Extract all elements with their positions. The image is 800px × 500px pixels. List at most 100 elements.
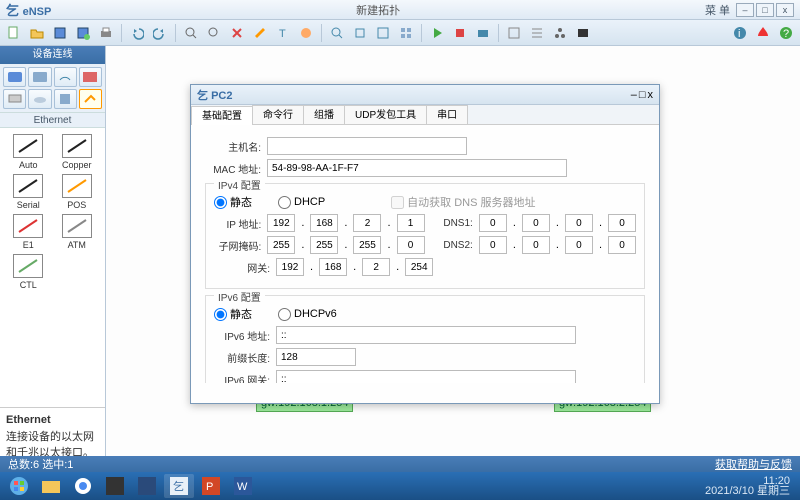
server-icon[interactable]: [54, 89, 77, 109]
dns2-oct3[interactable]: [565, 236, 593, 254]
dhcpv6-radio[interactable]: DHCPv6: [278, 308, 337, 321]
search-icon[interactable]: [327, 23, 347, 43]
svg-text:P: P: [206, 481, 213, 493]
maximize-button[interactable]: □: [756, 3, 774, 17]
minimize-button[interactable]: –: [736, 3, 754, 17]
dns1-oct3[interactable]: [565, 214, 593, 232]
pc-icon[interactable]: [3, 89, 26, 109]
palette-icon[interactable]: [296, 23, 316, 43]
text-icon[interactable]: T: [273, 23, 293, 43]
ip6-input[interactable]: [276, 326, 576, 344]
tab-serial[interactable]: 串口: [426, 105, 468, 124]
system-tray[interactable]: 11:202021/3/10 星期三: [705, 476, 796, 496]
view-icon[interactable]: [573, 23, 593, 43]
start-button[interactable]: [4, 474, 34, 498]
topology-canvas[interactable]: ip:192.168.1.1/24gw:192.168.1.254 ip:192…: [106, 46, 800, 466]
help-icon[interactable]: ?: [776, 23, 796, 43]
mask-oct1[interactable]: [267, 236, 295, 254]
close-button[interactable]: x: [776, 3, 794, 17]
dialog-maximize-button[interactable]: □: [639, 89, 646, 101]
ip-oct3[interactable]: [353, 214, 381, 232]
redo-icon[interactable]: [150, 23, 170, 43]
zoom-fit-icon[interactable]: [373, 23, 393, 43]
ensp-task-icon[interactable]: 乞: [164, 474, 194, 498]
stop-icon[interactable]: [450, 23, 470, 43]
zoomout-icon[interactable]: [204, 23, 224, 43]
dialog-minimize-button[interactable]: –: [631, 89, 637, 101]
link-copper[interactable]: Copper: [55, 134, 100, 170]
tab-multicast[interactable]: 组播: [303, 105, 345, 124]
dns2-oct4[interactable]: [608, 236, 636, 254]
dns2-oct1[interactable]: [479, 236, 507, 254]
huawei-icon[interactable]: [753, 23, 773, 43]
new-icon[interactable]: [4, 23, 24, 43]
chrome-icon[interactable]: [68, 474, 98, 498]
main-toolbar: T i ?: [0, 20, 800, 46]
tab-cli[interactable]: 命令行: [252, 105, 304, 124]
brush-icon[interactable]: [250, 23, 270, 43]
gw6-input[interactable]: [276, 370, 576, 383]
mac-input[interactable]: [267, 159, 567, 177]
status-help-link[interactable]: 获取帮助与反馈: [715, 456, 792, 472]
saveas-icon[interactable]: [73, 23, 93, 43]
print-icon[interactable]: [96, 23, 116, 43]
cloud-icon[interactable]: [28, 89, 51, 109]
gw-oct1[interactable]: [276, 258, 304, 276]
prefix-input[interactable]: [276, 348, 356, 366]
dialog-close-button[interactable]: x: [648, 89, 654, 101]
mask-label: 子网掩码:: [214, 238, 261, 253]
static-radio[interactable]: 静态: [214, 194, 252, 210]
dns2-oct2[interactable]: [522, 236, 550, 254]
tab-basic[interactable]: 基础配置: [191, 106, 253, 125]
dns2-label: DNS2:: [431, 240, 473, 251]
dhcp-radio[interactable]: DHCP: [278, 196, 325, 209]
link-ctl[interactable]: CTL: [6, 254, 51, 290]
firewall-icon[interactable]: [79, 67, 102, 87]
host-input[interactable]: [267, 137, 467, 155]
link-e1[interactable]: E1: [6, 214, 51, 250]
ip-oct4[interactable]: [397, 214, 425, 232]
link-atm[interactable]: ATM: [55, 214, 100, 250]
undo-icon[interactable]: [127, 23, 147, 43]
layout-icon[interactable]: [504, 23, 524, 43]
dns1-oct2[interactable]: [522, 214, 550, 232]
dns1-oct4[interactable]: [608, 214, 636, 232]
app1-icon[interactable]: [100, 474, 130, 498]
link-serial[interactable]: Serial: [6, 174, 51, 210]
link-auto[interactable]: Auto: [6, 134, 51, 170]
switch-icon[interactable]: [28, 67, 51, 87]
static6-radio[interactable]: 静态: [214, 306, 252, 322]
mask-oct4[interactable]: [397, 236, 425, 254]
autodns-check[interactable]: 自动获取 DNS 服务器地址: [391, 194, 535, 210]
zoomin-icon[interactable]: [181, 23, 201, 43]
topo-icon[interactable]: [550, 23, 570, 43]
router-icon[interactable]: [3, 67, 26, 87]
tab-udp[interactable]: UDP发包工具: [344, 105, 427, 124]
wlan-icon[interactable]: [54, 67, 77, 87]
grid-icon[interactable]: [396, 23, 416, 43]
ip-oct1[interactable]: [267, 214, 295, 232]
mask-oct3[interactable]: [353, 236, 381, 254]
start-icon[interactable]: [427, 23, 447, 43]
capture-icon[interactable]: [473, 23, 493, 43]
ppt-icon[interactable]: P: [196, 474, 226, 498]
delete-icon[interactable]: [227, 23, 247, 43]
mask-oct2[interactable]: [310, 236, 338, 254]
zoom-reset-icon[interactable]: [350, 23, 370, 43]
list-icon[interactable]: [527, 23, 547, 43]
vbox-icon[interactable]: [132, 474, 162, 498]
menu-button[interactable]: 菜 单: [705, 2, 730, 18]
word-icon[interactable]: W: [228, 474, 258, 498]
taskbar: 乞 P W 11:202021/3/10 星期三: [0, 472, 800, 500]
explorer-icon[interactable]: [36, 474, 66, 498]
info-icon[interactable]: i: [730, 23, 750, 43]
link-pos[interactable]: POS: [55, 174, 100, 210]
save-icon[interactable]: [50, 23, 70, 43]
open-icon[interactable]: [27, 23, 47, 43]
gw-oct4[interactable]: [405, 258, 433, 276]
gw-oct2[interactable]: [319, 258, 347, 276]
link-icon[interactable]: [79, 89, 102, 109]
dns1-oct1[interactable]: [479, 214, 507, 232]
ip-oct2[interactable]: [310, 214, 338, 232]
gw-oct3[interactable]: [362, 258, 390, 276]
